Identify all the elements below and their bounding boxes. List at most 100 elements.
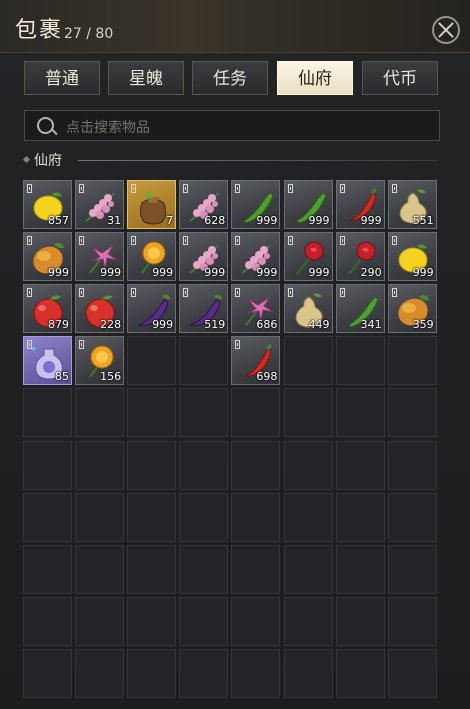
empty-slot[interactable]: [231, 544, 281, 594]
item-quantity: 7: [166, 214, 174, 227]
item-quantity: 999: [152, 266, 174, 280]
item-quantity: 999: [360, 214, 382, 227]
empty-slot[interactable]: [179, 596, 229, 646]
empty-slot[interactable]: [283, 336, 333, 386]
item-slot[interactable]: 857: [23, 180, 72, 229]
empty-slot[interactable]: [127, 544, 177, 594]
empty-slot[interactable]: [127, 648, 177, 698]
empty-slot[interactable]: [127, 596, 177, 646]
item-slot[interactable]: 228: [75, 284, 125, 334]
empty-slot[interactable]: [387, 388, 437, 438]
empty-slot[interactable]: [179, 440, 229, 490]
item-quantity: 999: [308, 266, 330, 280]
item-slot[interactable]: ▲ 7: [127, 180, 177, 229]
empty-slot[interactable]: [23, 492, 72, 542]
item-quantity: 31: [107, 214, 122, 227]
item-slot[interactable]: 449: [283, 284, 333, 334]
item-slot[interactable]: 999: [127, 284, 177, 334]
empty-slot[interactable]: [179, 544, 229, 594]
empty-slot[interactable]: [387, 336, 437, 386]
svg-text:✦: ✦: [30, 345, 38, 355]
empty-slot[interactable]: [387, 544, 437, 594]
item-slot[interactable]: 879: [23, 284, 72, 334]
item-quantity: 156: [100, 370, 122, 384]
item-slot[interactable]: 31: [75, 180, 125, 229]
empty-slot[interactable]: [23, 388, 72, 438]
item-slot[interactable]: 999: [231, 232, 281, 282]
empty-slot[interactable]: [335, 544, 385, 594]
search-icon: [37, 117, 54, 134]
close-icon[interactable]: [432, 16, 460, 44]
empty-slot[interactable]: [387, 492, 437, 542]
item-slot[interactable]: 999: [335, 180, 385, 229]
empty-slot[interactable]: [179, 388, 229, 438]
item-slot[interactable]: 156: [75, 336, 125, 386]
empty-slot[interactable]: [75, 544, 125, 594]
empty-slot[interactable]: [75, 440, 125, 490]
empty-slot[interactable]: [75, 492, 125, 542]
empty-slot[interactable]: [23, 440, 72, 490]
empty-slot[interactable]: [335, 336, 385, 386]
empty-slot[interactable]: [231, 388, 281, 438]
empty-slot[interactable]: [387, 440, 437, 490]
tab-normal[interactable]: 普通: [24, 61, 100, 95]
empty-slot[interactable]: [23, 544, 72, 594]
empty-slot[interactable]: [23, 596, 72, 646]
empty-slot[interactable]: [231, 492, 281, 542]
item-slot[interactable]: 999: [387, 232, 437, 282]
empty-slot[interactable]: [283, 596, 333, 646]
empty-slot[interactable]: [179, 648, 229, 698]
item-slot[interactable]: 551: [387, 180, 437, 229]
section-header: 仙府: [22, 152, 440, 169]
item-slot[interactable]: 519: [179, 284, 229, 334]
item-slot[interactable]: ✦ 85: [23, 336, 72, 386]
item-quantity: 879: [48, 318, 69, 332]
bag-panel: 包裹 27 / 80 普通 星魄 任务 仙府 代币 点击搜索物品 仙府 857 3…: [0, 0, 470, 709]
search-input[interactable]: 点击搜索物品: [24, 110, 440, 141]
empty-slot[interactable]: [127, 388, 177, 438]
empty-slot[interactable]: [179, 336, 229, 386]
item-slot[interactable]: 999: [75, 232, 125, 282]
item-slot[interactable]: 999: [283, 180, 333, 229]
item-slot[interactable]: 999: [283, 232, 333, 282]
tab-immortal-home[interactable]: 仙府: [277, 61, 353, 95]
tab-star-soul[interactable]: 星魄: [108, 61, 184, 95]
item-slot[interactable]: 698: [231, 336, 281, 386]
divider: [78, 160, 438, 161]
item-slot[interactable]: 686: [231, 284, 281, 334]
item-slot[interactable]: 999: [231, 180, 281, 229]
item-slot[interactable]: 359: [387, 284, 437, 334]
section-title: 仙府: [34, 153, 62, 169]
empty-slot[interactable]: [75, 388, 125, 438]
tab-token[interactable]: 代币: [362, 61, 438, 95]
empty-slot[interactable]: [179, 492, 229, 542]
tab-quest[interactable]: 任务: [192, 61, 268, 95]
empty-slot[interactable]: [283, 388, 333, 438]
item-slot[interactable]: 341: [335, 284, 385, 334]
empty-slot[interactable]: [387, 648, 437, 698]
empty-slot[interactable]: [231, 440, 281, 490]
empty-slot[interactable]: [283, 492, 333, 542]
empty-slot[interactable]: [23, 648, 72, 698]
item-slot[interactable]: 999: [179, 232, 229, 282]
empty-slot[interactable]: [335, 492, 385, 542]
empty-slot[interactable]: [335, 596, 385, 646]
item-slot[interactable]: 999: [23, 232, 72, 282]
empty-slot[interactable]: [75, 596, 125, 646]
empty-slot[interactable]: [127, 440, 177, 490]
empty-slot[interactable]: [127, 492, 177, 542]
empty-slot[interactable]: [283, 648, 333, 698]
item-slot[interactable]: 290: [335, 232, 385, 282]
empty-slot[interactable]: [335, 648, 385, 698]
empty-slot[interactable]: [283, 440, 333, 490]
empty-slot[interactable]: [335, 440, 385, 490]
item-slot[interactable]: 999: [127, 232, 177, 282]
empty-slot[interactable]: [335, 388, 385, 438]
item-slot[interactable]: 628: [179, 180, 229, 229]
empty-slot[interactable]: [231, 648, 281, 698]
empty-slot[interactable]: [75, 648, 125, 698]
empty-slot[interactable]: [127, 336, 177, 386]
empty-slot[interactable]: [283, 544, 333, 594]
empty-slot[interactable]: [231, 596, 281, 646]
empty-slot[interactable]: [387, 596, 437, 646]
